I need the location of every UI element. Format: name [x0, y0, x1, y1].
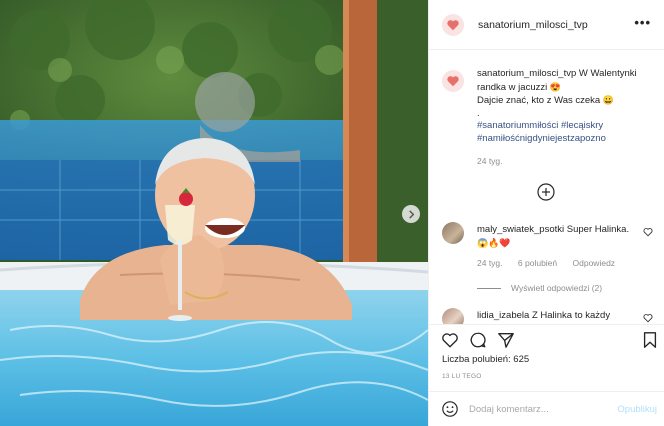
- ellipsis-icon[interactable]: •••: [634, 16, 651, 29]
- comment-likes[interactable]: 6 polubień: [518, 258, 557, 268]
- heart-icon[interactable]: [441, 331, 459, 349]
- post-side-panel: sanatorium_milosci_tvp ••• sanatorium_mi…: [428, 0, 664, 426]
- comment-reply-button[interactable]: Odpowiedz: [573, 258, 616, 268]
- commenter-avatar[interactable]: [442, 222, 464, 244]
- post-actions: Liczba polubień: 625 13 LU TEGO Opubliku…: [429, 324, 664, 426]
- comment-username[interactable]: maly_swiatek_psotki: [477, 224, 564, 235]
- next-photo-button[interactable]: [402, 205, 420, 223]
- comment-icon[interactable]: [469, 331, 487, 349]
- comment-username[interactable]: lidia_izabela: [477, 310, 529, 321]
- header-username[interactable]: sanatorium_milosci_tvp: [478, 19, 588, 31]
- photo-illustration: [0, 0, 428, 426]
- heart-avatar-icon: [447, 76, 459, 87]
- comment-input[interactable]: [469, 401, 599, 417]
- post-comment-button[interactable]: Opublikuj: [617, 404, 657, 415]
- caption-hashtags[interactable]: #sanatoriummiłości #lecąiskry #namiłośćn…: [477, 120, 606, 144]
- smiley-icon[interactable]: [441, 400, 459, 418]
- caption-emoji-1: 😍: [549, 81, 562, 92]
- view-replies-label: Wyświetl odpowiedzi (2): [511, 283, 603, 293]
- likes-count[interactable]: Liczba polubień: 625: [442, 354, 529, 365]
- comment-text: Z Halinka to każdy: [531, 310, 611, 321]
- caption-text-2: Dajcie znać, kto z Was czeka: [477, 95, 601, 106]
- load-more-comments-button[interactable]: [537, 183, 555, 201]
- profile-avatar[interactable]: [442, 13, 464, 36]
- heart-avatar-icon: [447, 19, 459, 30]
- paper-plane-icon[interactable]: [497, 331, 515, 349]
- caption-time[interactable]: 24 tyg.: [477, 155, 657, 168]
- comment-like-heart-icon[interactable]: [643, 227, 653, 237]
- caption-body: sanatorium_milosci_tvp W Walentynki rand…: [477, 68, 657, 168]
- chevron-right-icon: [408, 209, 414, 219]
- caption-dot: .: [477, 107, 480, 119]
- commenter-avatar[interactable]: [442, 308, 464, 324]
- comment-body: lidia_izabela Z Halinka to każdy: [477, 310, 610, 321]
- post-photo: [0, 0, 428, 426]
- post-header: sanatorium_milosci_tvp •••: [429, 0, 664, 50]
- caption-username[interactable]: sanatorium_milosci_tvp: [477, 68, 576, 79]
- plus-circle-icon: [537, 183, 555, 201]
- view-replies-line: [477, 288, 501, 290]
- caption-avatar[interactable]: [442, 70, 464, 92]
- bookmark-icon[interactable]: [641, 331, 659, 349]
- comment-time[interactable]: 24 tyg.: [477, 258, 503, 268]
- comment-like-heart-icon[interactable]: [643, 313, 653, 323]
- comment-composer: Opublikuj: [429, 391, 664, 426]
- comment-emoji: 😱🔥❤️: [477, 237, 511, 248]
- caption-emoji-2: 😀: [602, 95, 615, 105]
- comment-body: maly_swiatek_psotki Super Halinka. 😱🔥❤️: [477, 224, 637, 250]
- comment-meta: 24 tyg. 6 polubień Odpowiedz: [477, 258, 628, 268]
- comment-text: Super Halinka.: [566, 224, 630, 235]
- view-replies-button[interactable]: Wyświetl odpowiedzi (2): [477, 283, 602, 293]
- post-date[interactable]: 13 LU TEGO: [442, 373, 481, 380]
- comments-list[interactable]: sanatorium_milosci_tvp W Walentynki rand…: [429, 52, 664, 324]
